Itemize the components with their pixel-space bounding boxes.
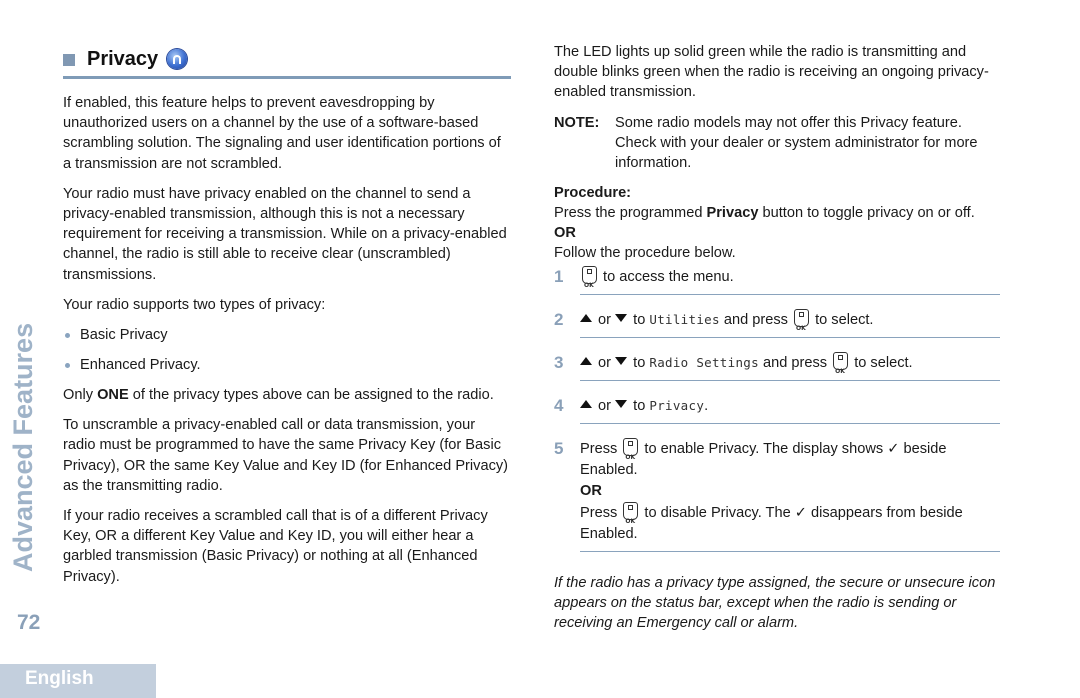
up-arrow-icon <box>580 356 592 365</box>
text: to <box>629 354 650 371</box>
text: of the privacy types above can be assign… <box>128 387 494 404</box>
note: NOTE: Some radio models may not offer th… <box>554 113 1000 173</box>
heading-square-icon <box>63 54 75 66</box>
or-label: OR <box>580 482 602 499</box>
menu-item-name: Radio Settings <box>649 354 759 370</box>
down-arrow-icon <box>615 356 628 365</box>
text: or <box>594 397 616 414</box>
menu-ok-key-icon <box>623 437 639 468</box>
unscramble-paragraph: To unscramble a privacy-enabled call or … <box>63 417 509 494</box>
requirement-paragraph: Your radio must have privacy enabled on … <box>63 185 507 283</box>
text: to <box>629 311 650 328</box>
down-arrow-icon <box>615 399 628 408</box>
language-label: English <box>25 668 94 689</box>
language-tab: English <box>0 664 156 698</box>
bold-text: ONE <box>97 387 129 404</box>
text: button to toggle privacy on or off. <box>758 204 975 221</box>
step-5: 5 Press to enable Privacy. The display s… <box>554 437 1000 559</box>
step-number: 3 <box>554 352 564 372</box>
text: or <box>594 354 616 371</box>
up-arrow-icon <box>580 399 592 408</box>
step-number: 2 <box>554 309 564 329</box>
page-number: 72 <box>17 611 41 634</box>
note-label: NOTE: <box>554 114 600 131</box>
procedure-steps: 1 to access the menu. 2 or to Utilities … <box>554 265 1000 559</box>
step-number: 4 <box>554 395 564 415</box>
list-item: Basic Privacy <box>63 325 511 345</box>
step-number: 5 <box>554 438 564 458</box>
step-number: 1 <box>554 266 564 286</box>
text: to select. <box>811 311 874 328</box>
led-paragraph: The LED lights up solid green while the … <box>554 44 989 101</box>
only-one-paragraph: Only ONE of the privacy types above can … <box>63 385 511 405</box>
down-arrow-icon <box>615 313 628 322</box>
follow-text: Follow the procedure below. <box>554 245 736 262</box>
menu-item-name: Utilities <box>649 311 720 327</box>
procedure-button-text: Press the programmed Privacy button to t… <box>554 203 1000 223</box>
menu-ok-key-icon <box>794 308 810 339</box>
note-text: Some radio models may not offer this Pri… <box>615 114 978 171</box>
scrambled-call-paragraph: If your radio receives a scrambled call … <box>63 508 488 585</box>
types-intro: Your radio supports two types of privacy… <box>63 296 326 313</box>
text: . <box>704 397 709 414</box>
privacy-types-list: Basic Privacy Enhanced Privacy. <box>63 325 511 375</box>
section-title: Privacy <box>87 47 159 70</box>
or-label: OR <box>554 225 576 242</box>
text: and press <box>758 354 832 371</box>
text: and press <box>719 311 793 328</box>
section-heading: Privacy <box>63 44 511 79</box>
status-bar-footnote: If the radio has a privacy type assigned… <box>554 574 996 632</box>
text: Press the programmed <box>554 204 707 221</box>
menu-item-name: Privacy <box>649 397 705 413</box>
text: Only <box>63 387 98 404</box>
left-column: Privacy If enabled, this feature helps t… <box>63 44 511 597</box>
menu-ok-key-icon <box>582 265 597 296</box>
menu-ok-key-icon <box>833 351 849 382</box>
text: Press <box>580 440 622 457</box>
text: or <box>594 311 616 328</box>
step-3: 3 or to Radio Settings and press to sele… <box>554 351 1000 388</box>
step-1: 1 to access the menu. <box>554 265 1000 302</box>
privacy-feature-icon <box>167 49 188 69</box>
list-item: Enhanced Privacy. <box>63 355 511 375</box>
procedure-heading: Procedure: <box>554 184 632 201</box>
menu-ok-key-icon <box>623 501 639 532</box>
step-text: to access the menu. <box>599 268 734 285</box>
right-column: The LED lights up solid green while the … <box>554 42 1000 644</box>
chapter-side-title: Advanced Features <box>8 322 38 572</box>
step-2: 2 or to Utilities and press to select. <box>554 308 1000 345</box>
intro-paragraph: If enabled, this feature helps to preven… <box>63 95 501 172</box>
text: to <box>629 397 650 414</box>
text: to select. <box>850 354 913 371</box>
bold-text: Privacy <box>706 204 759 221</box>
step-4: 4 or to Privacy. <box>554 395 1000 431</box>
up-arrow-icon <box>580 313 592 322</box>
text: Press <box>580 504 622 521</box>
